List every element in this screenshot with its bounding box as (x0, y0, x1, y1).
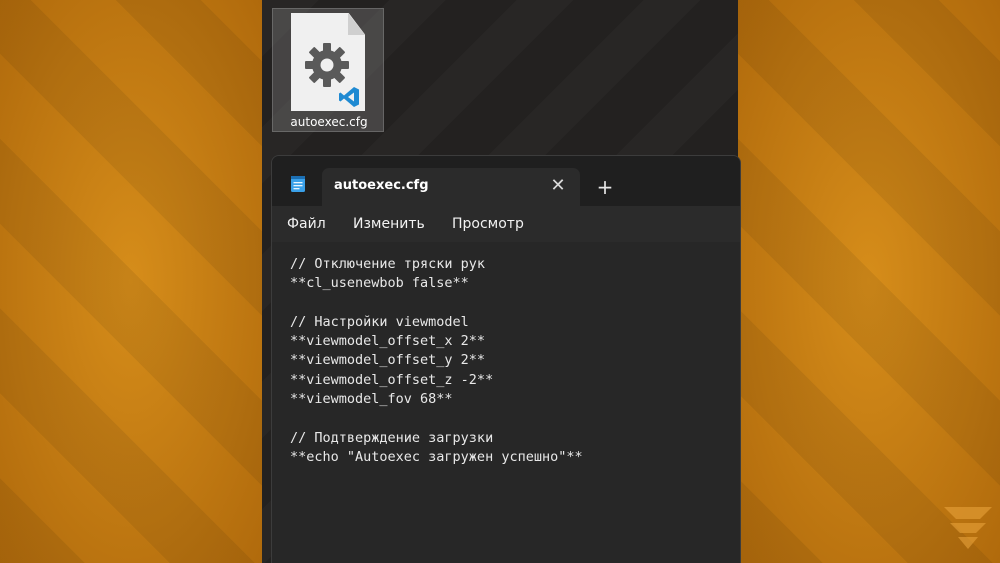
code-line: // Настройки viewmodel (290, 314, 469, 330)
notepad-window: autoexec.cfg ✕ + Файл Изменить Просмотр … (271, 155, 741, 563)
code-line: **viewmodel_offset_z -2** (290, 372, 494, 388)
code-line: // Подтверждение загрузки (290, 430, 494, 446)
code-line: // Отключение тряски рук (290, 256, 486, 272)
title-bar: autoexec.cfg ✕ + (272, 156, 740, 206)
watermark-logo-icon (944, 507, 992, 549)
desktop-file-autoexec[interactable]: autoexec.cfg (272, 8, 384, 132)
code-line: **cl_usenewbob false** (290, 275, 469, 291)
close-tab-button[interactable]: ✕ (546, 174, 570, 198)
vscode-icon (339, 87, 359, 107)
menu-file[interactable]: Файл (287, 212, 326, 236)
desktop-background-right (738, 0, 1000, 563)
tab-title: autoexec.cfg (334, 178, 429, 193)
gear-icon (305, 43, 349, 87)
code-line: **viewmodel_offset_y 2** (290, 352, 486, 368)
text-editor-area[interactable]: // Отключение тряски рук **cl_usenewbob … (272, 242, 740, 563)
file-page-icon (291, 13, 365, 111)
code-line: **viewmodel_fov 68** (290, 391, 453, 407)
desktop-background-left (0, 0, 262, 563)
notepad-icon (291, 176, 305, 192)
menu-bar: Файл Изменить Просмотр (272, 206, 740, 242)
new-tab-button[interactable]: + (592, 174, 618, 200)
tab-autoexec[interactable]: autoexec.cfg ✕ (322, 168, 580, 206)
menu-edit[interactable]: Изменить (353, 212, 425, 236)
file-name-label: autoexec.cfg (290, 115, 368, 129)
code-line: **echo "Autoexec загружен успешно"** (290, 449, 583, 465)
menu-view[interactable]: Просмотр (452, 212, 524, 236)
code-line: **viewmodel_offset_x 2** (290, 333, 486, 349)
